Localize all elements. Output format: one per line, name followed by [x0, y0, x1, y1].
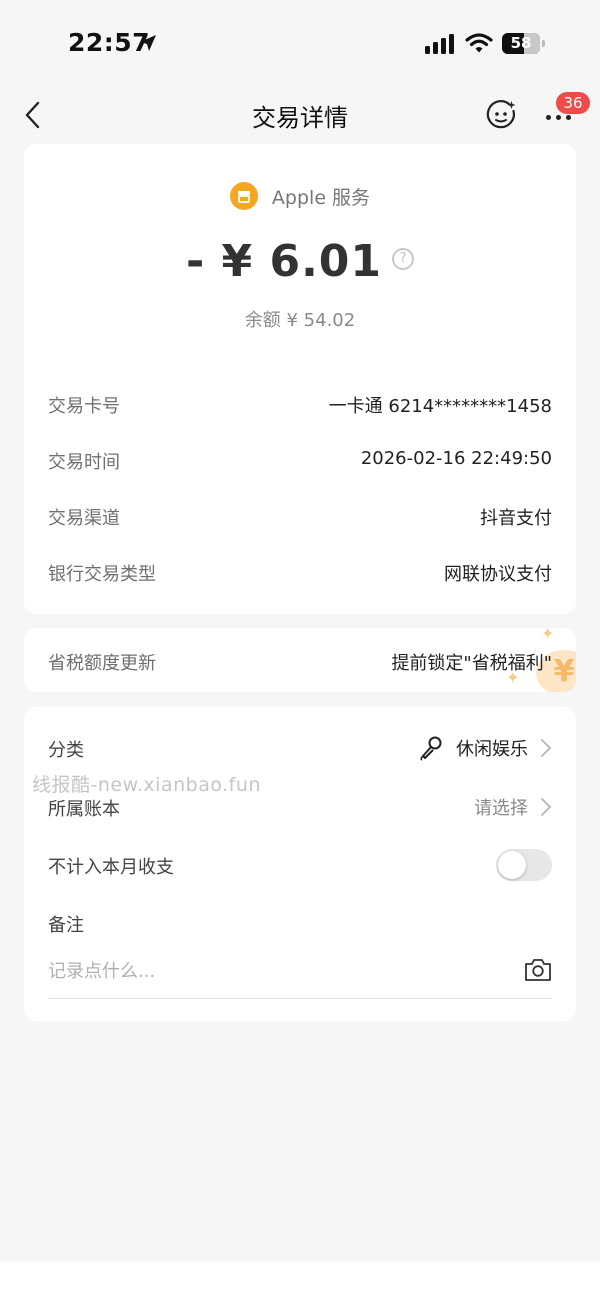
merchant-name: Apple 服务 [271, 186, 371, 209]
watermark: 线报酷-new.xianbao.fun [32, 774, 261, 796]
help-question-icon[interactable]: ? [392, 248, 415, 270]
category-label: 分类 [48, 740, 84, 761]
merchant-row: Apple 服务 [24, 182, 576, 212]
chevron-right-icon [541, 739, 552, 757]
info-row-time: 交易时间 2026-02-16 22:49:50 [48, 448, 552, 478]
battery-indicator: 58 [502, 33, 546, 54]
info-label: 交易卡号 [48, 396, 120, 417]
info-row-card-number: 交易卡号 一卡通 6214********1458 [48, 392, 552, 422]
exclude-month-row: 不计入本月收支 [48, 849, 552, 881]
info-row-bank-type: 银行交易类型 网联协议支付 [48, 560, 552, 590]
note-label: 备注 [48, 915, 84, 936]
camera-icon[interactable] [524, 957, 552, 983]
balance-text: 余额 ¥ 54.02 [244, 310, 356, 331]
exclude-month-toggle[interactable] [496, 849, 552, 881]
battery-nub [542, 40, 545, 47]
category-row[interactable]: 分类 休闲娱乐 [48, 732, 552, 764]
transaction-amount: - ¥ 6.01 [185, 236, 383, 287]
note-row: 备注 [48, 907, 552, 939]
category-value: 休闲娱乐 [456, 739, 528, 760]
note-divider [48, 998, 552, 999]
tax-benefit-card[interactable]: ✦ ✦ ¥ 省税额度更新 提前锁定"省税福利" [24, 628, 576, 692]
toggle-knob [498, 851, 526, 879]
info-label: 交易渠道 [48, 508, 120, 529]
account-book-value: 请选择 [474, 798, 528, 819]
cellular-signal-icon [425, 34, 454, 54]
store-glyph-icon [237, 191, 250, 203]
note-input[interactable] [48, 957, 506, 985]
info-value: 一卡通 6214********1458 [328, 396, 552, 417]
assistant-face-icon[interactable] [485, 99, 517, 131]
wifi-icon [465, 33, 493, 53]
microphone-icon [420, 736, 442, 761]
info-label: 交易时间 [48, 452, 120, 473]
category-card: 分类 休闲娱乐 所属账本 请选择 不计入本月收支 备注 [24, 707, 576, 1021]
info-value: 网联协议支付 [444, 564, 552, 585]
transaction-card: Apple 服务 - ¥ 6.01? 余额 ¥ 54.02 交易卡号 一卡通 6… [24, 144, 576, 614]
nav-bar: 交易详情 [0, 88, 600, 142]
location-arrow-icon [140, 35, 156, 51]
battery-percent: 58 [510, 34, 532, 52]
info-row-channel: 交易渠道 抖音支付 [48, 504, 552, 534]
sparkle-icon: ✦ [541, 628, 555, 643]
more-dots [546, 115, 576, 120]
exclude-month-label: 不计入本月收支 [48, 857, 174, 878]
info-value: 2026-02-16 22:49:50 [360, 448, 552, 469]
store-icon [229, 182, 258, 210]
info-value: 抖音支付 [480, 508, 552, 529]
tax-link[interactable]: 提前锁定"省税福利" [391, 649, 552, 675]
amount-row: - ¥ 6.01? [24, 236, 576, 287]
home-indicator-area [0, 1262, 600, 1303]
chevron-right-icon [541, 798, 552, 816]
battery-body: 58 [502, 33, 540, 54]
tax-label: 省税额度更新 [48, 653, 156, 674]
status-bar: 22:57 58 [0, 0, 600, 88]
account-book-label: 所属账本 [48, 799, 120, 820]
info-label: 银行交易类型 [48, 564, 156, 585]
notification-badge: 36 [556, 92, 590, 114]
